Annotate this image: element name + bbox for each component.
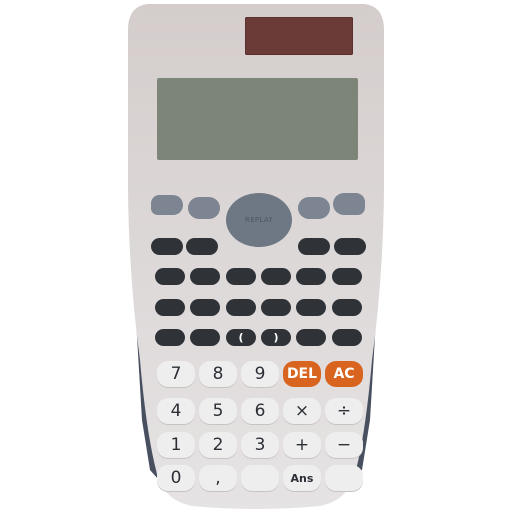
key-4[interactable]: 4 (157, 398, 195, 424)
key-r1c6[interactable] (334, 238, 366, 255)
key-0-label: 0 (170, 468, 182, 488)
key-5[interactable]: 5 (199, 398, 237, 424)
multiply-button[interactable]: × (283, 398, 321, 424)
lcd-display (157, 78, 358, 160)
key-1[interactable]: 1 (157, 432, 195, 458)
multiply-label: × (294, 401, 310, 421)
key-r3c6[interactable] (332, 299, 362, 316)
divide-label: ÷ (336, 401, 352, 421)
on-button[interactable] (333, 193, 365, 215)
calculator: REPLAY ( ) 7 8 9 DEL AC 4 5 6 × ÷ 1 2 3 … (0, 0, 512, 512)
key-r4c6[interactable] (332, 329, 362, 346)
replay-label: REPLAY (245, 216, 273, 224)
key-5-label: 5 (212, 401, 224, 421)
key-r1c1[interactable] (151, 238, 183, 255)
key-r2c6[interactable] (332, 268, 362, 285)
key-8[interactable]: 8 (199, 361, 237, 387)
key-r3c2[interactable] (190, 299, 220, 316)
key-1-label: 1 (170, 435, 182, 455)
key-r4c2[interactable] (190, 329, 220, 346)
key-r3c1[interactable] (155, 299, 185, 316)
key-r2c3[interactable] (226, 268, 256, 285)
plus-label: + (294, 435, 310, 455)
comma-label: , (215, 468, 221, 488)
key-r2c5[interactable] (296, 268, 326, 285)
key-r2c4[interactable] (261, 268, 291, 285)
replay-pad[interactable]: REPLAY (226, 193, 292, 247)
del-button[interactable]: DEL (283, 361, 321, 387)
key-r2c1[interactable] (155, 268, 185, 285)
mode-button[interactable] (298, 197, 330, 219)
close-paren-button[interactable]: ) (261, 329, 291, 346)
key-3-label: 3 (254, 435, 266, 455)
key-3[interactable]: 3 (241, 432, 279, 458)
key-r2c2[interactable] (190, 268, 220, 285)
key-0[interactable]: 0 (157, 465, 195, 491)
close-paren-label: ) (273, 331, 279, 344)
shift-button[interactable] (151, 195, 183, 215)
key-2-label: 2 (212, 435, 224, 455)
comma-button[interactable]: , (199, 465, 237, 491)
key-9[interactable]: 9 (241, 361, 279, 387)
del-label: DEL (286, 366, 318, 382)
key-8-label: 8 (212, 364, 224, 384)
key-6-label: 6 (254, 401, 266, 421)
key-r3c3[interactable] (226, 299, 256, 316)
key-r3c4[interactable] (261, 299, 291, 316)
blank-key-2[interactable] (325, 465, 363, 491)
key-r3c5[interactable] (296, 299, 326, 316)
key-r4c1[interactable] (155, 329, 185, 346)
plus-button[interactable]: + (283, 432, 321, 458)
key-7-label: 7 (170, 364, 182, 384)
minus-label: − (336, 435, 352, 455)
key-4-label: 4 (170, 401, 182, 421)
key-r1c5[interactable] (298, 238, 330, 255)
divide-button[interactable]: ÷ (325, 398, 363, 424)
key-r1c2[interactable] (186, 238, 218, 255)
ac-button[interactable]: AC (325, 361, 363, 387)
key-6[interactable]: 6 (241, 398, 279, 424)
key-2[interactable]: 2 (199, 432, 237, 458)
minus-button[interactable]: − (325, 432, 363, 458)
ans-label: Ans (290, 471, 314, 485)
key-r4c5[interactable] (296, 329, 326, 346)
key-7[interactable]: 7 (157, 361, 195, 387)
ans-button[interactable]: Ans (283, 465, 321, 491)
ac-label: AC (333, 366, 355, 382)
solar-panel (245, 17, 353, 55)
open-paren-button[interactable]: ( (226, 329, 256, 346)
blank-key-1[interactable] (241, 465, 279, 491)
alpha-button[interactable] (188, 197, 220, 219)
open-paren-label: ( (238, 331, 244, 344)
key-9-label: 9 (254, 364, 266, 384)
